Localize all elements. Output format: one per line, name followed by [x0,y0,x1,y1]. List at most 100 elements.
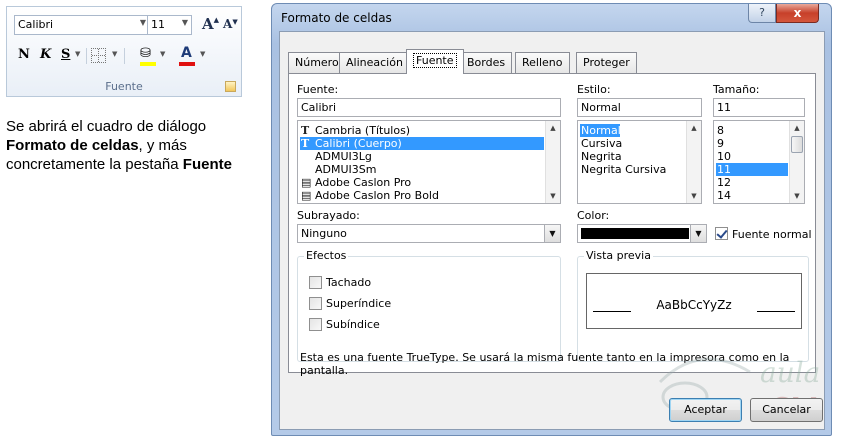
dialog-title: Formato de celdas [281,11,392,25]
list-item[interactable]: Cursiva [580,137,685,150]
effects-title: Efectos [304,249,349,262]
font-name-combobox[interactable]: Calibri ▼ [14,15,150,35]
style-input[interactable]: Normal [577,98,702,117]
instruction-text: Se abrirá el cuadro de diálogo Formato d… [6,117,261,174]
list-item[interactable]: ADMUI3Lg [300,150,544,163]
subscript-checkbox[interactable] [309,318,322,331]
size-list-scrollbar[interactable]: ▲ ▼ [789,121,804,203]
normal-font-checkbox[interactable] [715,227,728,240]
tab-strip: Número Alineación Fuente Bordes Relleno … [288,49,788,74]
chevron-down-icon[interactable]: ▼ [112,50,117,58]
list-item[interactable]: 8 [716,124,788,137]
strikethrough-checkbox[interactable] [309,276,322,289]
underline-select[interactable]: Ninguno ▼ [297,224,561,243]
scroll-up-icon[interactable]: ▲ [790,121,804,135]
tab-numero[interactable]: Número [288,52,346,73]
chevron-down-icon[interactable]: ▼ [182,18,188,27]
fill-color-icon[interactable]: ⛁ [140,46,151,61]
style-list-scrollbar[interactable]: ▲ ▼ [686,121,701,203]
color-select[interactable]: ▼ [577,224,707,243]
tab-label: Relleno [522,56,563,69]
chevron-down-icon[interactable]: ▼ [200,50,205,58]
tab-label: Alineación [346,56,403,69]
scroll-down-icon[interactable]: ▼ [546,189,560,203]
ribbon-format-row: N K S ▼ ▼ ⛁ ▼ A ▼ [14,45,240,67]
tab-label: Número [295,56,339,69]
font-name-input[interactable]: Calibri [297,98,561,117]
dialog-body: Número Alineación Fuente Bordes Relleno … [279,31,825,430]
chevron-down-icon[interactable]: ▼ [160,50,165,58]
borders-icon[interactable] [91,48,106,63]
caret-up-icon: ▲ [213,15,220,24]
close-button[interactable]: x [776,4,819,23]
list-item-label: Calibri (Cuerpo) [315,137,402,150]
list-item[interactable]: 12 [716,176,788,189]
instruction-bold: Fuente [182,156,232,173]
cancel-button[interactable]: Cancelar [750,398,823,422]
group-label: Fuente [105,80,143,93]
list-item-label: Adobe Caslon Pro Bold [315,189,439,202]
tab-alineacion[interactable]: Alineación [339,52,410,73]
chevron-down-icon[interactable]: ▼ [544,225,560,242]
scroll-thumb[interactable] [791,136,803,153]
title-bar[interactable]: Formato de celdas ? x [272,4,831,30]
chevron-down-icon[interactable]: ▼ [690,225,706,242]
font-size-value: 11 [151,18,165,31]
size-input[interactable]: 11 [713,98,805,117]
tab-label: Proteger [583,56,630,69]
font-tab-page: Fuente: Calibri T Cambria (Títulos) T Cali… [288,73,816,373]
tab-relleno[interactable]: Relleno [515,52,570,73]
list-item[interactable]: 10 [716,150,788,163]
shrink-font-button[interactable]: A▼ [223,17,238,31]
list-item-selected[interactable]: Normal [580,124,621,137]
underline-button[interactable]: S [61,47,70,62]
font-listbox[interactable]: T Cambria (Títulos) T Calibri (Cuerpo) ADM… [297,120,561,204]
list-item[interactable]: T Cambria (Títulos) [300,124,544,137]
list-item[interactable]: ▤ Adobe Caslon Pro Bold [300,189,544,202]
preview-box: AaBbCcYyZz [586,273,802,329]
tab-proteger[interactable]: Proteger [576,52,637,73]
tab-bordes[interactable]: Bordes [460,52,513,73]
truetype-icon: T [301,137,310,150]
tab-label: Fuente [413,53,457,68]
size-listbox[interactable]: 8 9 10 11 12 14 ▲ ▼ [713,120,805,204]
font-label: Fuente: [297,83,339,96]
ok-button[interactable]: Aceptar [669,398,742,422]
scroll-down-icon[interactable]: ▼ [790,189,804,203]
color-label: Color: [577,209,610,222]
preview-sample: AaBbCcYyZz [656,298,732,312]
list-item[interactable]: ADMUI3Sm [300,163,544,176]
scroll-down-icon[interactable]: ▼ [687,189,701,203]
chevron-down-icon[interactable]: ▼ [75,50,80,58]
italic-button[interactable]: K [40,47,51,62]
underline-label: Subrayado: [297,209,360,222]
font-size-combobox[interactable]: 11 ▼ [147,15,192,35]
font-color-bar [179,62,195,66]
normal-font-label: Fuente normal [732,228,812,241]
list-item-selected[interactable]: 11 [716,163,788,176]
subscript-label: Subíndice [326,318,380,331]
chevron-down-icon[interactable]: ▼ [140,18,146,27]
list-item[interactable]: ▤ Adobe Caslon Pro [300,176,544,189]
bold-button[interactable]: N [18,47,30,62]
tab-fuente[interactable]: Fuente [406,49,464,74]
list-item[interactable]: 14 [716,189,788,202]
list-item[interactable]: Negrita [580,150,685,163]
scroll-up-icon[interactable]: ▲ [546,121,560,135]
list-item[interactable]: Negrita Cursiva [580,163,685,176]
superscript-label: Superíndice [326,297,392,310]
scroll-up-icon[interactable]: ▲ [687,121,701,135]
list-item[interactable]: 9 [716,137,788,150]
ribbon-font-group: Calibri ▼ 11 ▼ A▲ A▼ N K S ▼ ▼ ⛁ ▼ A ▼ F… [6,6,242,97]
dialog-launcher-icon[interactable] [225,81,236,92]
font-color-icon[interactable]: A [181,45,192,61]
help-button[interactable]: ? [748,4,776,23]
list-item-label: ADMUI3Lg [315,150,372,163]
grow-font-button[interactable]: A▲ [202,15,219,33]
list-item-label: ADMUI3Sm [315,163,377,176]
separator [124,48,125,64]
superscript-checkbox[interactable] [309,297,322,310]
list-item-selected[interactable]: T Calibri (Cuerpo) [300,137,544,150]
font-list-scrollbar[interactable]: ▲ ▼ [545,121,560,203]
style-listbox[interactable]: Normal Cursiva Negrita Negrita Cursiva ▲… [577,120,702,204]
